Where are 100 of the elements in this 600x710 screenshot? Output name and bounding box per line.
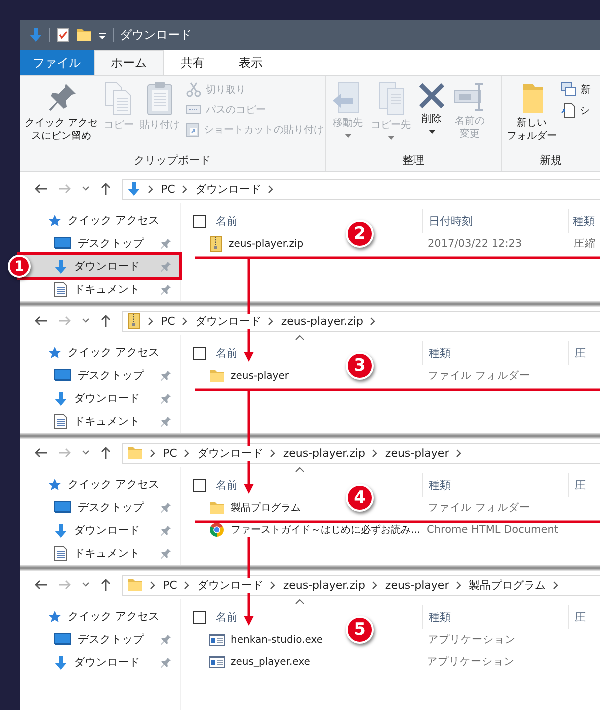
up-arrow-icon[interactable] [100, 446, 112, 460]
breadcrumb[interactable]: zeus-player.zip [281, 314, 364, 328]
breadcrumb[interactable]: zeus-player.zip [283, 446, 366, 460]
breadcrumb[interactable]: ダウンロード [197, 446, 264, 460]
breadcrumb[interactable]: ダウンロード [197, 578, 264, 592]
address-bar[interactable]: PC ダウンロード zeus-player.zip zeus-player [122, 442, 600, 464]
ribbon-tab[interactable]: ホーム [94, 50, 164, 75]
address-bar[interactable]: PC ダウンロード zeus-player.zip zeus-player 製品プログラム [122, 574, 600, 596]
ribbon-button[interactable]: シ [559, 102, 593, 120]
column-header[interactable]: 圧 [575, 346, 586, 360]
checkbox[interactable] [193, 478, 206, 492]
program-window-icon [209, 633, 225, 647]
column-header[interactable]: 名前 [216, 610, 238, 624]
file-name[interactable]: 製品プログラム [231, 501, 301, 515]
breadcrumb[interactable]: PC [163, 578, 178, 592]
nav-item[interactable]: ドキュメント [20, 542, 180, 565]
breadcrumb[interactable]: zeus-player [385, 578, 450, 592]
up-arrow-icon[interactable] [100, 578, 112, 592]
star-icon [48, 478, 62, 492]
file-menu-tab[interactable]: ファイル [20, 50, 94, 75]
sort-caret-icon[interactable] [295, 335, 305, 341]
checkbox[interactable] [193, 346, 206, 360]
monitor-icon [54, 369, 72, 382]
nav-item[interactable]: デスクトップ [20, 232, 180, 255]
column-header[interactable]: 種類 [429, 610, 451, 624]
nav-item[interactable]: デスクトップ [20, 364, 180, 387]
chevron-down-icon[interactable] [82, 186, 90, 192]
column-header[interactable]: 名前 [216, 346, 238, 360]
chevron-right-icon [182, 316, 188, 326]
download-arrow-icon [127, 181, 141, 197]
nav-item[interactable]: クイック アクセス [20, 209, 180, 232]
step-marker: 2 [346, 220, 374, 248]
chevron-right-icon [150, 448, 156, 458]
folder-icon[interactable] [76, 28, 92, 42]
breadcrumb[interactable]: zeus-player [385, 446, 450, 460]
nav-item[interactable]: デスクトップ [20, 496, 180, 519]
step-marker: 1 [8, 255, 31, 278]
step-marker: 3 [346, 352, 374, 380]
caret-icon [388, 136, 394, 140]
column-header[interactable]: 圧 [575, 610, 586, 624]
breadcrumb[interactable]: PC [161, 182, 176, 196]
caret-icon [344, 134, 352, 138]
sort-caret-icon[interactable] [295, 599, 305, 605]
chevron-down-icon[interactable] [82, 582, 90, 588]
breadcrumb[interactable]: PC [161, 314, 176, 328]
nav-item[interactable]: ドキュメント [20, 410, 180, 433]
breadcrumb[interactable]: ダウンロード [195, 314, 262, 328]
address-bar[interactable]: PC ダウンロード [122, 178, 600, 200]
back-arrow-icon[interactable] [34, 579, 48, 591]
column-header[interactable]: 日付時刻 [429, 214, 473, 228]
chevron-down-icon[interactable] [82, 450, 90, 456]
ribbon-button[interactable]: クイック アクセ スにピン留め [23, 79, 100, 145]
monitor-icon [54, 237, 72, 250]
nav-item[interactable]: ダウンロード [20, 651, 180, 674]
nav-item[interactable]: ダウンロード [20, 387, 180, 410]
checkbox[interactable] [193, 610, 206, 624]
star-icon [48, 610, 62, 624]
file-name[interactable]: zeus-player [231, 370, 289, 382]
chevron-right-icon [270, 580, 276, 590]
back-arrow-icon[interactable] [34, 315, 48, 327]
chevron-right-icon [182, 184, 188, 194]
breadcrumb[interactable]: PC [163, 446, 178, 460]
column-header[interactable]: 種類 [573, 214, 595, 228]
chevron-right-icon [184, 448, 190, 458]
nav-item[interactable]: クイック アクセス [20, 341, 180, 364]
chevron-right-icon [372, 448, 378, 458]
dropdown-icon[interactable] [98, 30, 107, 40]
file-name[interactable]: henkan-studio.exe [231, 634, 323, 646]
shortcut-clipboard-icon [186, 122, 200, 138]
breadcrumb[interactable]: zeus-player.zip [283, 578, 366, 592]
chevron-right-icon [148, 316, 154, 326]
chevron-down-icon[interactable] [82, 318, 90, 324]
up-arrow-icon[interactable] [100, 182, 112, 196]
breadcrumb[interactable]: 製品プログラム [469, 578, 546, 592]
ribbon-button[interactable]: 新しい フォルダー [505, 79, 559, 145]
column-header[interactable]: 圧 [575, 478, 586, 492]
document-icon [54, 282, 68, 298]
ribbon-button[interactable]: 削除 [415, 79, 449, 136]
nav-item[interactable]: クイック アクセス [20, 605, 180, 628]
file-name[interactable]: zeus-player.zip [229, 238, 304, 250]
column-header[interactable]: 種類 [429, 478, 451, 492]
file-name[interactable]: ファーストガイド～はじめに必ずお読み... [231, 523, 421, 537]
file-name[interactable]: zeus_player.exe [231, 656, 310, 668]
document-arrow-icon [561, 103, 576, 119]
column-header[interactable]: 名前 [216, 478, 238, 492]
column-header[interactable]: 名前 [216, 214, 238, 228]
back-arrow-icon[interactable] [34, 447, 48, 459]
checklist-icon[interactable] [56, 27, 70, 43]
ribbon-button[interactable]: 新 [559, 81, 593, 99]
nav-item[interactable]: クイック アクセス [20, 473, 180, 496]
nav-item[interactable]: デスクトップ [20, 628, 180, 651]
nav-item[interactable]: ドキュメント [20, 278, 180, 301]
up-arrow-icon[interactable] [100, 314, 112, 328]
address-bar[interactable]: PC ダウンロード zeus-player.zip [122, 310, 600, 332]
checkbox[interactable] [193, 214, 206, 228]
back-arrow-icon[interactable] [34, 183, 48, 195]
column-header[interactable]: 種類 [429, 346, 451, 360]
sort-caret-icon[interactable] [295, 467, 305, 473]
breadcrumb[interactable]: ダウンロード [195, 182, 262, 196]
nav-item[interactable]: ダウンロード [20, 519, 180, 542]
